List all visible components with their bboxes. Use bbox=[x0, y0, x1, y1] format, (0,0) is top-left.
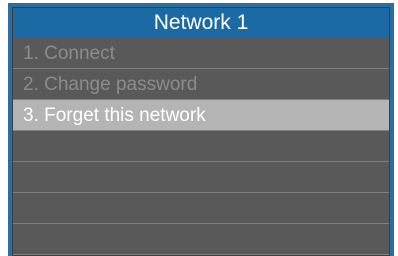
menu-item-empty-5 bbox=[13, 162, 389, 193]
menu-item-empty-6 bbox=[13, 193, 389, 224]
menu-item-connect[interactable]: 1. Connect bbox=[13, 38, 389, 69]
network-menu: 1. Connect 2. Change password 3. Forget … bbox=[13, 38, 389, 255]
menu-panel: Network 1 1. Connect 2. Change password … bbox=[12, 7, 390, 256]
menu-item-forget-network[interactable]: 3. Forget this network bbox=[13, 100, 389, 131]
menu-item-empty-7 bbox=[13, 224, 389, 255]
screen-frame: Network 1 1. Connect 2. Change password … bbox=[8, 3, 394, 256]
menu-item-empty-4 bbox=[13, 131, 389, 162]
network-title: Network 1 bbox=[13, 8, 389, 38]
menu-item-change-password[interactable]: 2. Change password bbox=[13, 69, 389, 100]
device-display: Network 1 1. Connect 2. Change password … bbox=[0, 0, 398, 256]
